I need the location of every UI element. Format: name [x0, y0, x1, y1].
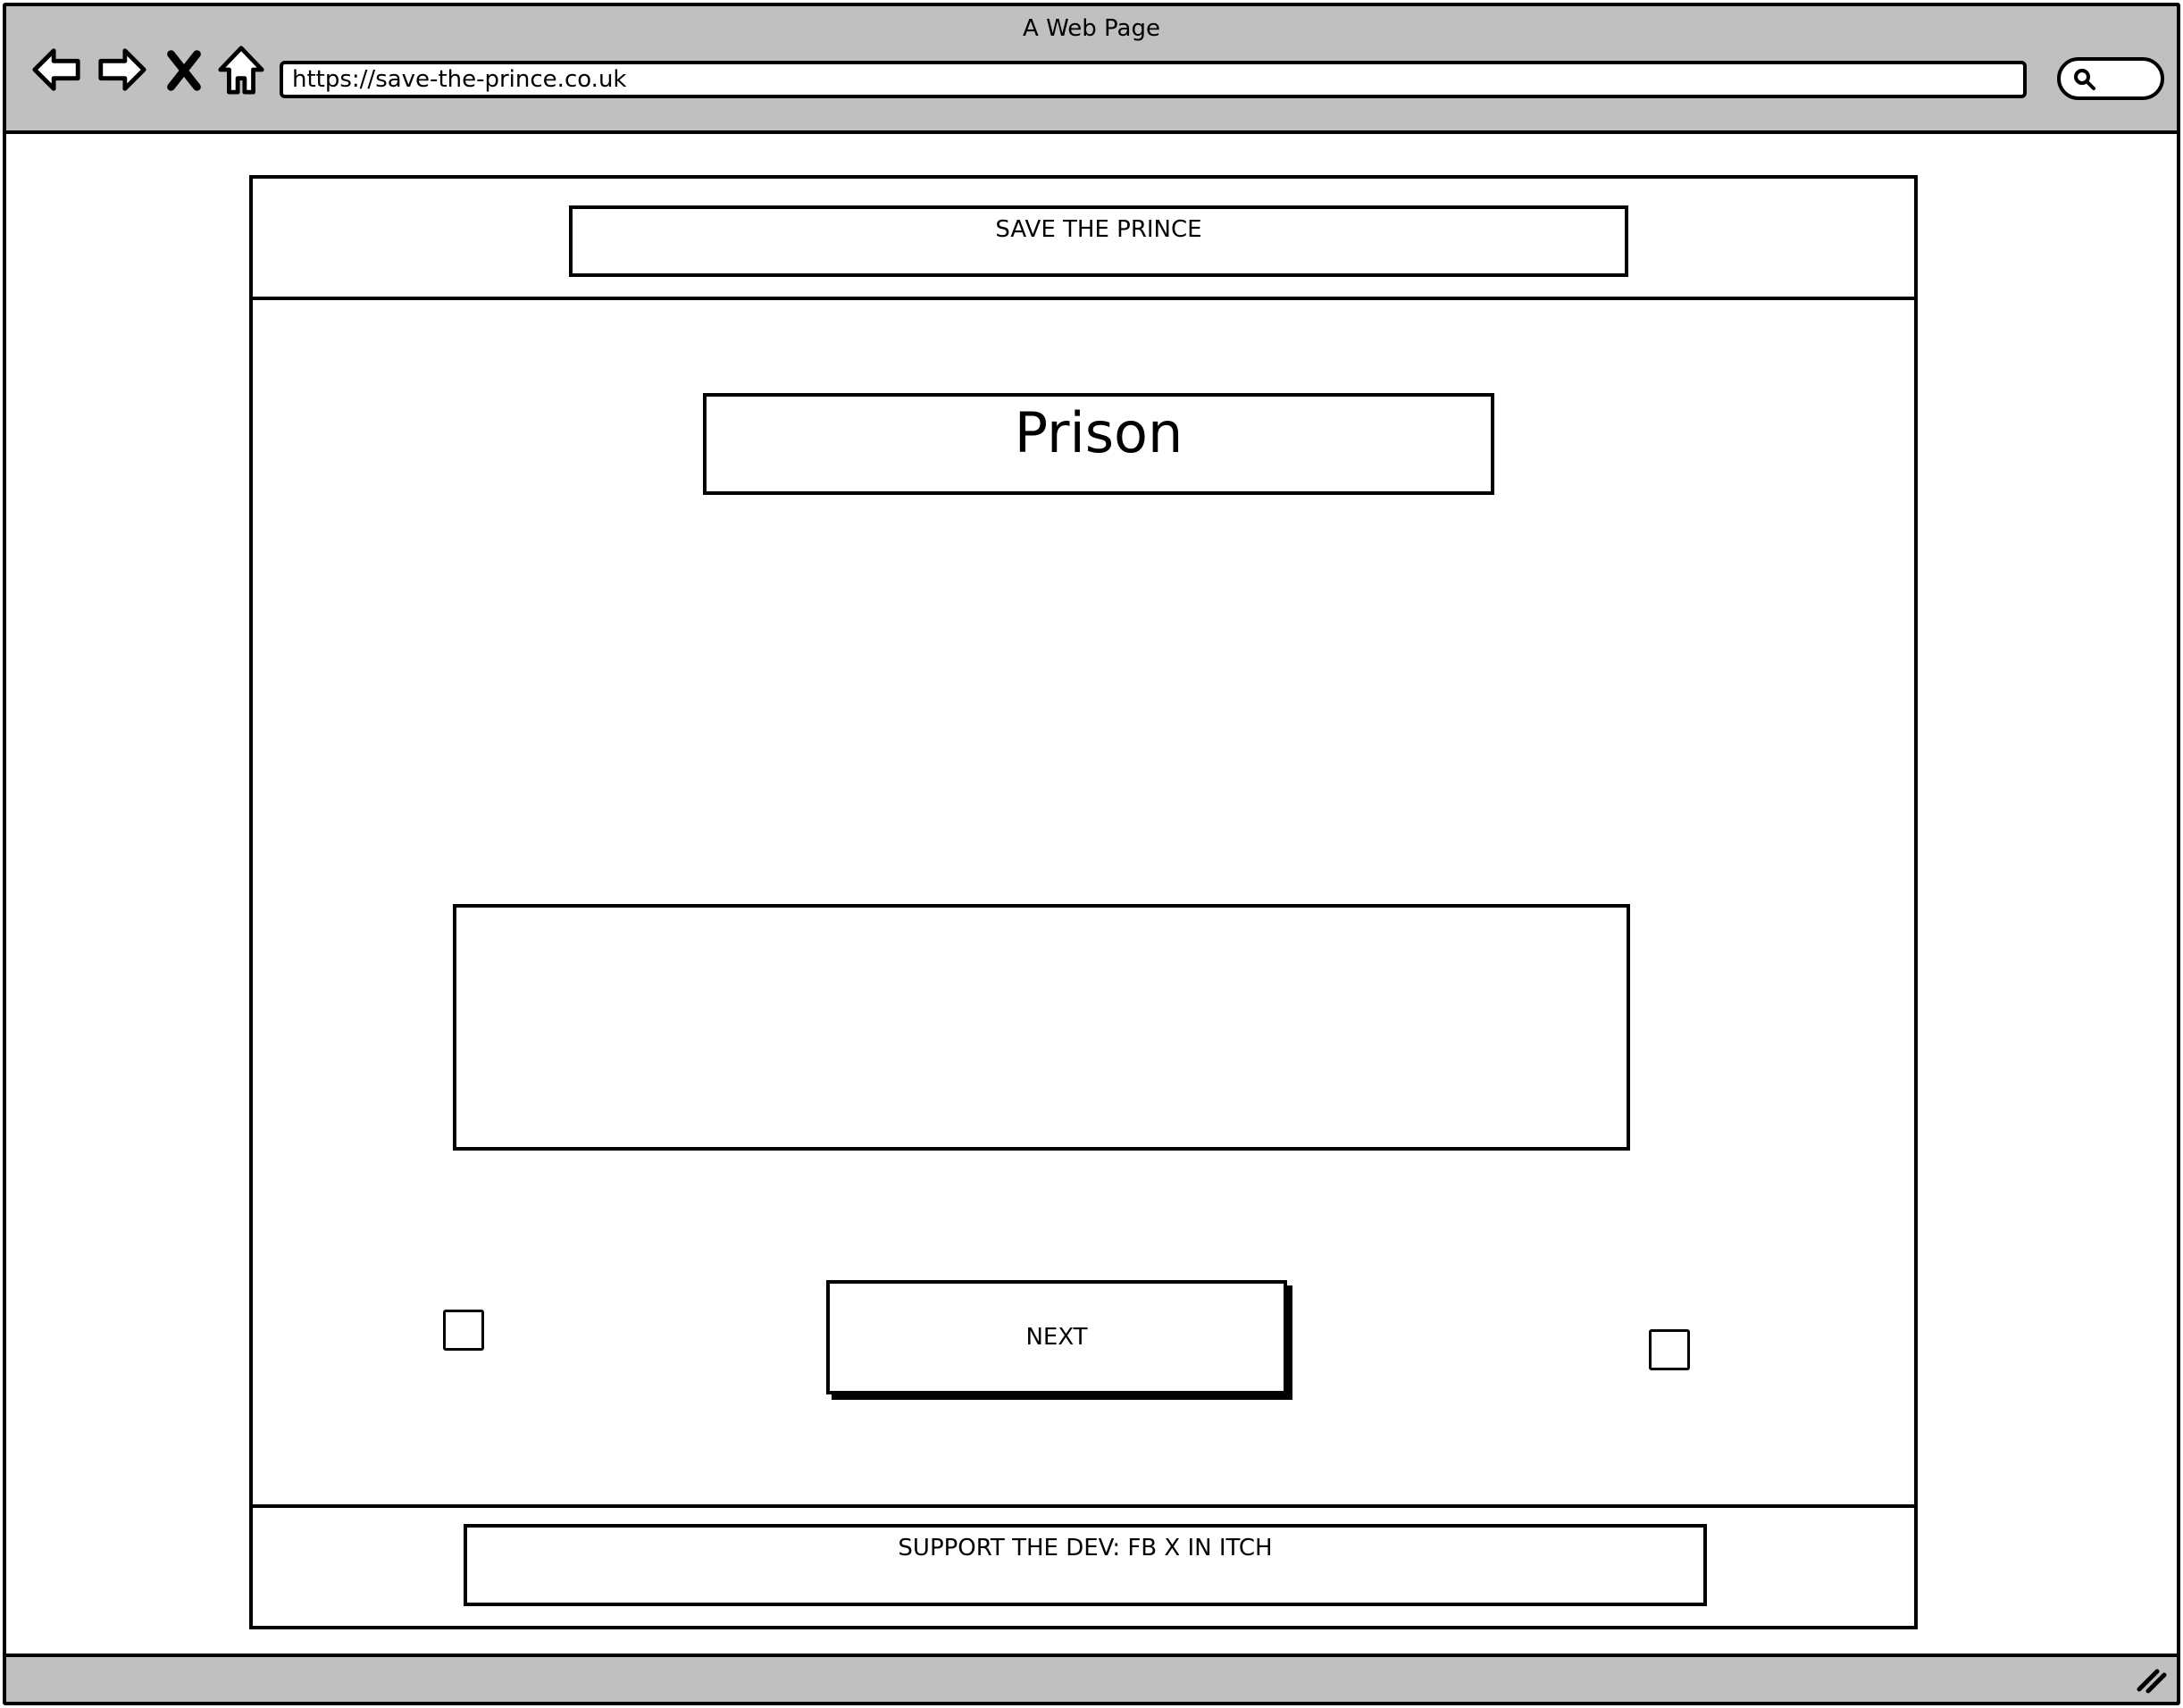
resize-grip-icon[interactable] [2136, 1662, 2168, 1695]
close-icon[interactable] [163, 44, 205, 96]
page-content: SAVE THE PRINCE Prison NEXT SUPPORT THE … [249, 175, 1918, 1629]
address-bar[interactable]: https://save-the-prince.co.uk [280, 61, 2027, 98]
next-button[interactable]: NEXT [826, 1280, 1287, 1394]
site-footer: SUPPORT THE DEV: FB X IN ITCH [253, 1504, 1914, 1626]
site-header: SAVE THE PRINCE [253, 179, 1914, 300]
home-icon[interactable] [215, 44, 267, 96]
left-checkbox[interactable] [443, 1310, 484, 1351]
forward-arrow-icon[interactable] [96, 44, 147, 96]
browser-window: A Web Page https://save-the-prince.co.uk… [3, 3, 2180, 1705]
search-icon [2074, 69, 2095, 90]
back-arrow-icon[interactable] [31, 44, 83, 96]
header-title: SAVE THE PRINCE [569, 205, 1628, 277]
story-text-box [453, 904, 1630, 1151]
window-title: A Web Page [1023, 15, 1160, 42]
page-title: Prison [703, 393, 1494, 495]
browser-toolbar: A Web Page https://save-the-prince.co.uk [6, 6, 2177, 134]
footer-support-text[interactable]: SUPPORT THE DEV: FB X IN ITCH [464, 1524, 1707, 1606]
search-box[interactable] [2057, 57, 2164, 100]
status-bar [6, 1654, 2177, 1702]
right-checkbox[interactable] [1649, 1329, 1690, 1370]
